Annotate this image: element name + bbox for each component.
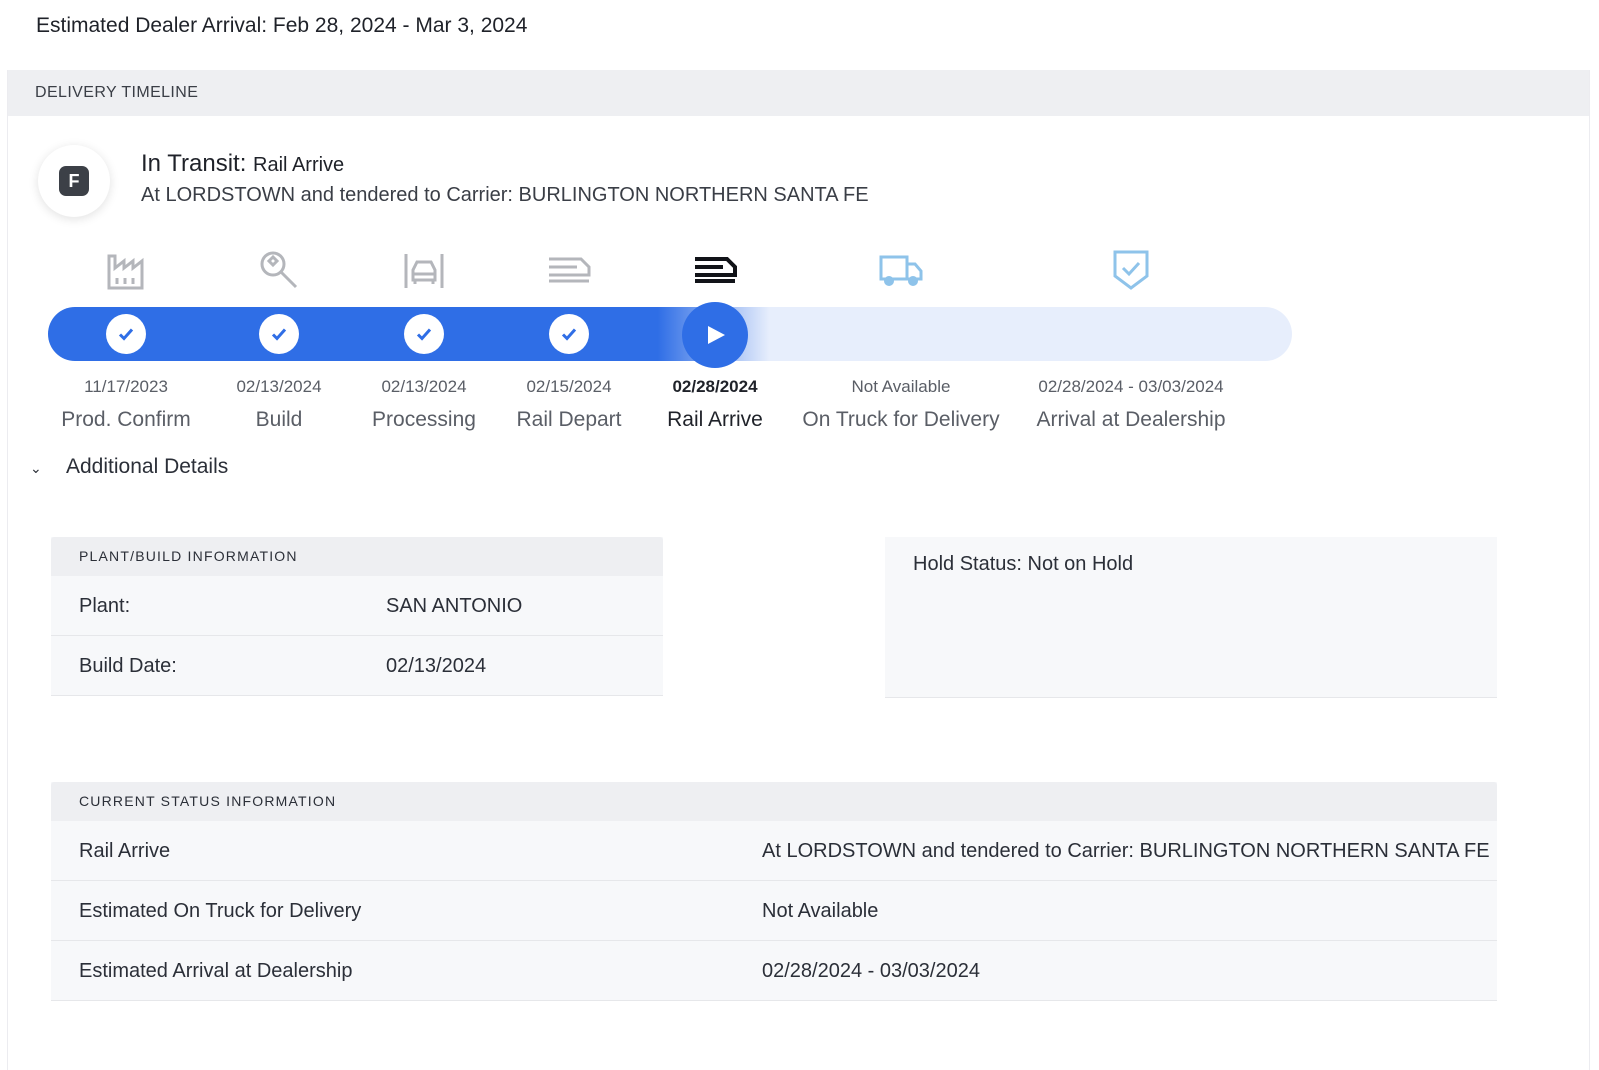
step-date: Not Available xyxy=(851,377,951,396)
step-complete-check-icon xyxy=(549,314,589,354)
wrench-icon xyxy=(255,248,303,292)
brand-logo-icon: F xyxy=(59,166,89,196)
truck-icon xyxy=(877,248,925,292)
step-complete-check-icon xyxy=(106,314,146,354)
row-value: Not Available xyxy=(762,900,879,922)
card-title: DELIVERY TIMELINE xyxy=(8,70,1589,116)
step-date: 02/28/2024 - 03/03/2024 xyxy=(1038,377,1224,396)
row-value: At LORDSTOWN and tendered to Carrier: BU… xyxy=(762,840,1490,862)
current-status-row: Rail Arrive At LORDSTOWN and tendered to… xyxy=(51,821,1497,881)
vehicle-front-icon xyxy=(400,248,448,292)
current-status-row: Estimated Arrival at Dealership 02/28/20… xyxy=(51,941,1497,1001)
plant-build-panel-title: PLANT/BUILD INFORMATION xyxy=(51,537,663,576)
plant-build-panel: PLANT/BUILD INFORMATION Plant: SAN ANTON… xyxy=(51,537,663,696)
row-key: Estimated Arrival at Dealership xyxy=(79,960,353,982)
current-status-panel-title: CURRENT STATUS INFORMATION xyxy=(51,782,1497,821)
train-icon xyxy=(545,248,593,292)
row-key: Rail Arrive xyxy=(79,840,171,862)
chevron-down-icon: ⌄ xyxy=(30,460,42,476)
hold-status: Hold Status: Not on Hold xyxy=(885,537,1497,698)
row-key: Plant: xyxy=(79,595,131,617)
estimated-dealer-arrival: Estimated Dealer Arrival: Feb 28, 2024 -… xyxy=(36,14,528,37)
factory-icon xyxy=(102,248,150,292)
row-key: Build Date: xyxy=(79,655,177,677)
row-key: Estimated On Truck for Delivery xyxy=(79,900,362,922)
step-complete-check-icon xyxy=(404,314,444,354)
step-complete-check-icon xyxy=(259,314,299,354)
additional-details-toggle[interactable]: ⌄ Additional Details xyxy=(30,455,228,479)
timeline-progress-track xyxy=(48,307,1292,361)
step-label: On Truck for Delivery xyxy=(802,408,1000,431)
delivery-timeline-card: DELIVERY TIMELINE F In Transit: Rail Arr… xyxy=(7,70,1590,1070)
build-date-row: Build Date: 02/13/2024 xyxy=(51,636,663,696)
status-subtitle: Rail Arrive xyxy=(253,154,345,176)
train-icon xyxy=(691,248,739,292)
plant-row: Plant: SAN ANTONIO xyxy=(51,576,663,636)
current-status-row: Estimated On Truck for Delivery Not Avai… xyxy=(51,881,1497,941)
shield-check-icon xyxy=(1107,248,1155,292)
step-label: Arrival at Dealership xyxy=(1036,408,1226,431)
current-status-panel: CURRENT STATUS INFORMATION Rail Arrive A… xyxy=(51,782,1497,1001)
additional-details-label: Additional Details xyxy=(66,455,229,478)
row-value: 02/28/2024 - 03/03/2024 xyxy=(762,960,980,982)
row-value: SAN ANTONIO xyxy=(386,595,523,617)
brand-avatar: F xyxy=(38,145,110,217)
row-value: 02/13/2024 xyxy=(386,655,487,677)
status-heading: In Transit: Rail Arrive xyxy=(141,150,344,178)
step-current-play-icon xyxy=(682,302,748,368)
status-description: At LORDSTOWN and tendered to Carrier: BU… xyxy=(141,184,869,206)
status-title: In Transit: xyxy=(141,150,247,177)
